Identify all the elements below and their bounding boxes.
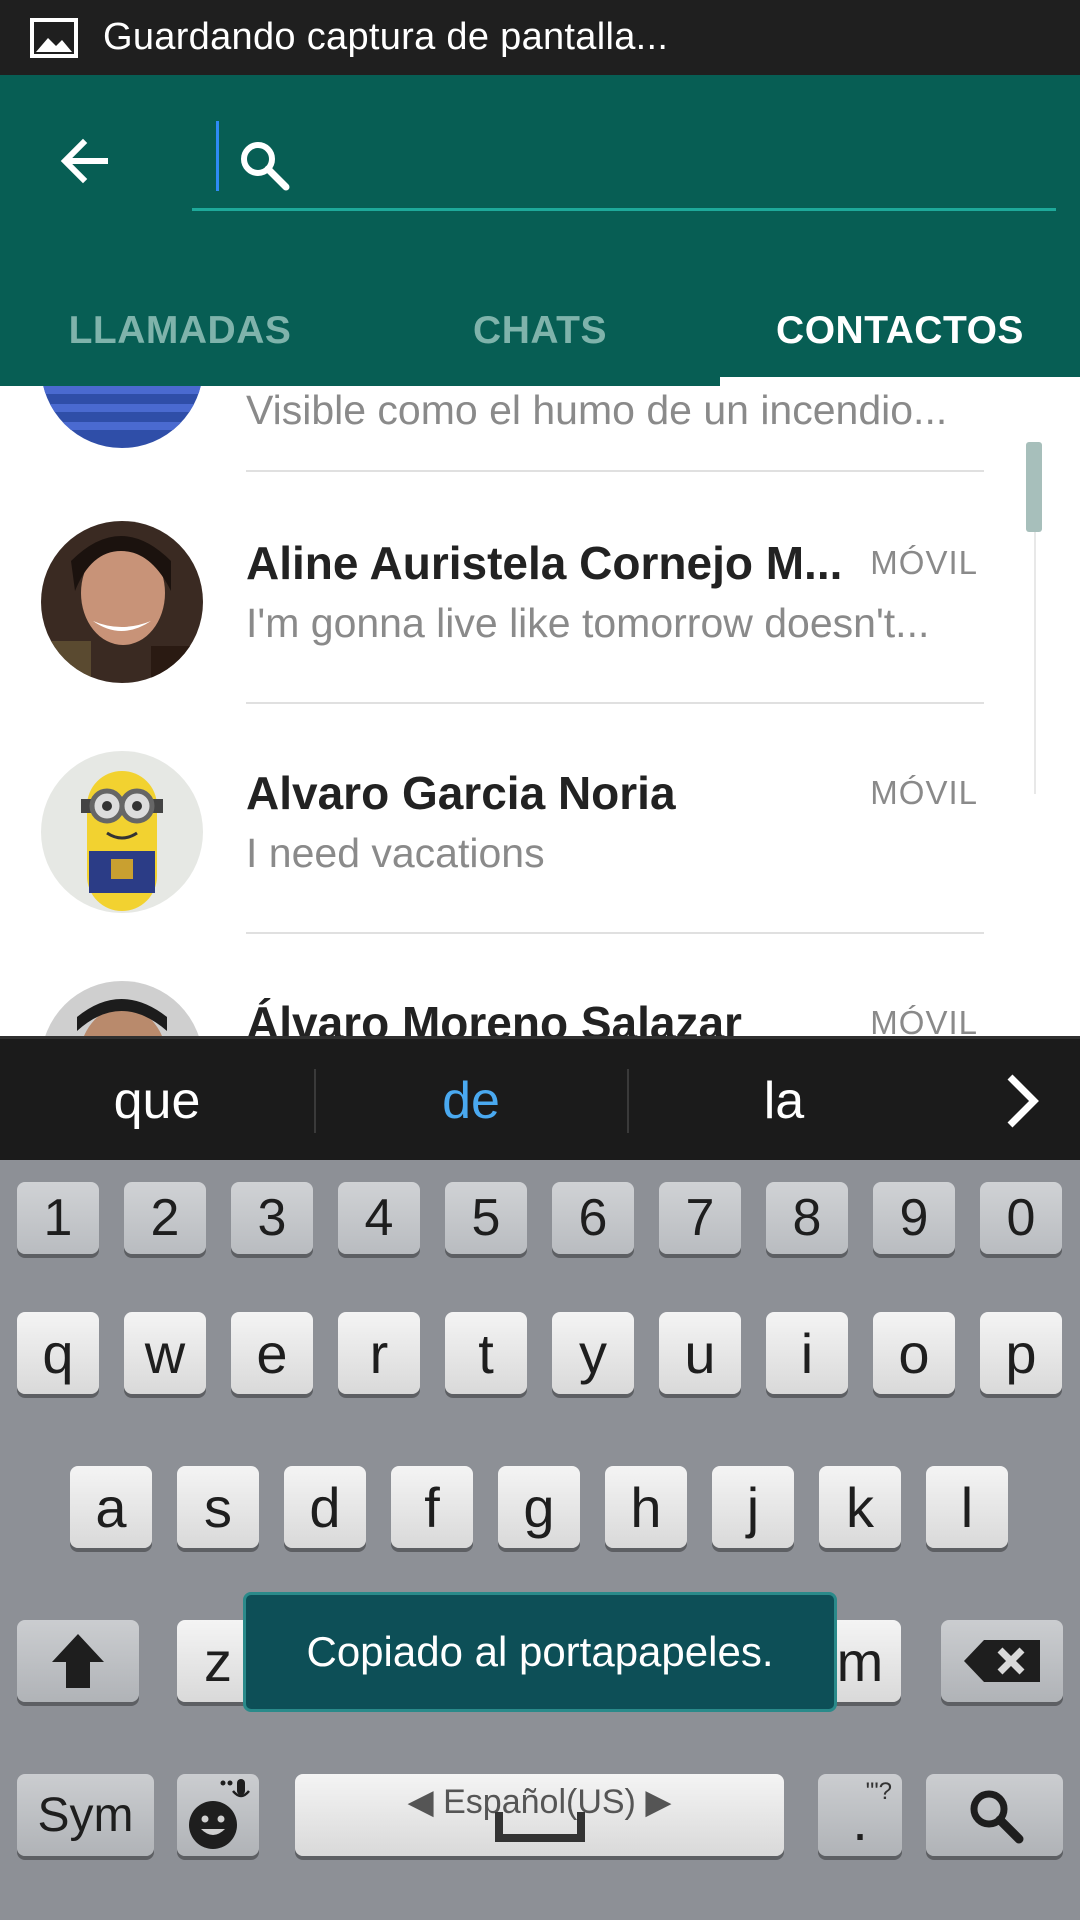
contact-type: MÓVIL — [870, 774, 978, 811]
avatar — [41, 751, 203, 913]
avatar — [41, 981, 203, 1036]
image-icon — [30, 17, 78, 58]
key-l[interactable]: l — [926, 1466, 1008, 1548]
contact-row[interactable]: Álvaro Moreno Salazar MÓVIL — [0, 940, 1080, 1036]
contact-name: Álvaro Moreno Salazar — [246, 997, 742, 1036]
text-cursor — [216, 121, 219, 191]
key-k[interactable]: k — [819, 1466, 901, 1548]
key-t[interactable]: t — [445, 1312, 527, 1394]
space-bar-icon — [495, 1812, 585, 1842]
sym-key[interactable]: Sym — [17, 1774, 154, 1856]
emoji-mic-icon — [189, 1779, 250, 1849]
key-3[interactable]: 3 — [231, 1182, 313, 1254]
backspace-key[interactable] — [941, 1620, 1063, 1702]
notification-text: Guardando captura de pantalla... — [103, 16, 669, 58]
suggestion-1[interactable]: que — [0, 1039, 314, 1163]
contact-status: I need vacations — [246, 830, 545, 876]
key-i[interactable]: i — [766, 1312, 848, 1394]
shift-key[interactable] — [17, 1620, 139, 1702]
tab-llamadas[interactable]: LLAMADAS — [0, 275, 360, 386]
contact-type: MÓVIL — [870, 544, 978, 581]
suggestion-2[interactable]: de — [314, 1039, 628, 1163]
key-o[interactable]: o — [873, 1312, 955, 1394]
key-2[interactable]: 2 — [124, 1182, 206, 1254]
search-field[interactable] — [192, 117, 1056, 211]
contact-status: Visible como el humo de un incendio... — [246, 387, 948, 433]
contact-type: MÓVIL — [870, 1004, 978, 1036]
key-d[interactable]: d — [284, 1466, 366, 1548]
emoji-key[interactable] — [177, 1774, 259, 1856]
contact-name: Alvaro Garcia Noria — [246, 767, 676, 819]
contact-row[interactable]: Visible como el humo de un incendio... — [0, 386, 1080, 482]
divider — [246, 702, 984, 704]
key-e[interactable]: e — [231, 1312, 313, 1394]
key-s[interactable]: s — [177, 1466, 259, 1548]
search-key[interactable] — [926, 1774, 1063, 1856]
keyboard: 1 2 3 4 5 6 7 8 9 0 q w e r t y u i o p … — [0, 1160, 1080, 1920]
tab-chats[interactable]: CHATS — [360, 275, 720, 386]
space-key[interactable]: ◀ Español(US) ▶ — [295, 1774, 784, 1856]
period-hint: '"? — [865, 1778, 892, 1805]
key-6[interactable]: 6 — [552, 1182, 634, 1254]
scrollbar-thumb[interactable] — [1026, 442, 1042, 532]
search-icon — [970, 1790, 1023, 1844]
period-key[interactable]: '"? . — [818, 1774, 902, 1856]
key-h[interactable]: h — [605, 1466, 687, 1548]
key-1[interactable]: 1 — [17, 1182, 99, 1254]
chevron-right-icon[interactable]: ▶ — [645, 1783, 671, 1821]
chevron-right-icon[interactable] — [996, 1071, 1046, 1131]
chevron-left-icon[interactable]: ◀ — [408, 1783, 434, 1821]
toast: Copiado al portapapeles. — [243, 1592, 837, 1712]
key-9[interactable]: 9 — [873, 1182, 955, 1254]
suggestion-strip: que de la — [0, 1036, 1080, 1160]
active-tab-indicator — [720, 377, 1080, 386]
contact-row[interactable]: Alvaro Garcia Noria MÓVIL I need vacatio… — [0, 710, 1080, 940]
divider — [246, 932, 984, 934]
key-0[interactable]: 0 — [980, 1182, 1062, 1254]
suggestion-3[interactable]: la — [627, 1039, 941, 1163]
key-f[interactable]: f — [391, 1466, 473, 1548]
contact-row[interactable]: Aline Auristela Cornejo M... MÓVIL I'm g… — [0, 480, 1080, 710]
tab-bar: LLAMADAS CHATS CONTACTOS — [0, 275, 1080, 386]
search-icon — [241, 142, 290, 191]
shift-arrow-icon — [52, 1634, 104, 1688]
key-p[interactable]: p — [980, 1312, 1062, 1394]
key-r[interactable]: r — [338, 1312, 420, 1394]
status-bar: Guardando captura de pantalla... — [0, 0, 1080, 75]
key-w[interactable]: w — [124, 1312, 206, 1394]
search-input[interactable] — [302, 127, 1042, 197]
key-u[interactable]: u — [659, 1312, 741, 1394]
tab-contactos[interactable]: CONTACTOS — [720, 275, 1080, 386]
key-a[interactable]: a — [70, 1466, 152, 1548]
contact-name: Aline Auristela Cornejo M... — [246, 537, 843, 589]
contact-status: I'm gonna live like tomorrow doesn't... — [246, 600, 930, 646]
contact-list[interactable]: Visible como el humo de un incendio... A… — [0, 386, 1080, 1036]
avatar — [41, 521, 203, 683]
key-j[interactable]: j — [712, 1466, 794, 1548]
key-g[interactable]: g — [498, 1466, 580, 1548]
avatar — [41, 386, 203, 448]
key-q[interactable]: q — [17, 1312, 99, 1394]
key-5[interactable]: 5 — [445, 1182, 527, 1254]
backspace-icon — [964, 1640, 1040, 1682]
key-y[interactable]: y — [552, 1312, 634, 1394]
key-4[interactable]: 4 — [338, 1182, 420, 1254]
app-bar: LLAMADAS CHATS CONTACTOS — [0, 75, 1080, 386]
key-8[interactable]: 8 — [766, 1182, 848, 1254]
key-7[interactable]: 7 — [659, 1182, 741, 1254]
divider — [246, 470, 984, 472]
back-arrow-icon[interactable] — [55, 131, 115, 191]
